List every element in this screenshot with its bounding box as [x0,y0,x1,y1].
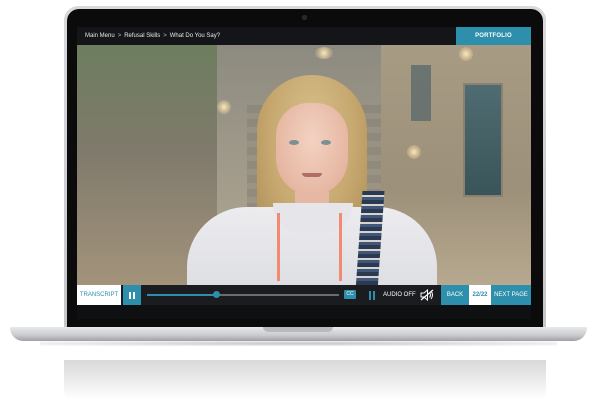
screen-bottom-strip [77,305,531,319]
play-pause-button[interactable] [123,285,141,305]
laptop-notch [263,327,333,332]
transcript-button[interactable]: TRANSCRIPT [77,285,121,305]
audio-label: AUDIO OFF [383,292,416,298]
audio-off-icon [420,289,434,301]
pause-icon [129,291,135,299]
progress-handle[interactable] [213,291,221,298]
laptop-reflection [64,360,546,400]
breadcrumb-refusal-skills[interactable]: Refusal Skills [124,27,160,45]
breadcrumb-separator: > [163,33,167,39]
breadcrumb-separator: > [117,33,122,39]
laptop-shadow [40,341,557,346]
hoodie-string [277,213,280,281]
webcam-icon [302,15,307,20]
person-eye [321,140,331,145]
hoodie-string [339,213,342,281]
closed-captions-button[interactable]: CC [344,290,356,299]
person-eye [289,140,299,145]
progress-track[interactable] [147,291,339,298]
pause-button[interactable] [364,285,380,305]
next-page-button[interactable]: NEXT PAGE [491,285,531,305]
back-button[interactable]: BACK [441,285,469,305]
video-person [77,45,531,285]
page-counter: 22/22 [469,285,491,305]
breadcrumb-main-menu[interactable]: Main Menu [85,27,115,45]
video-player[interactable] [77,45,531,285]
progress-fill [147,294,217,296]
top-bar: Main Menu > Refusal Skills > What Do You… [77,27,531,45]
person-mouth [302,173,322,177]
pause-icon [369,290,375,300]
laptop-mockup: Main Menu > Refusal Skills > What Do You… [0,0,597,401]
video-controls: TRANSCRIPT CC AUDIO OFF BACK 22/22 NEXT … [77,285,531,305]
person-face [276,103,348,195]
breadcrumb-current-page: What Do You Say? [169,33,221,39]
portfolio-button[interactable]: PORTFOLIO [456,27,531,45]
app-screen: Main Menu > Refusal Skills > What Do You… [77,27,531,319]
audio-toggle[interactable]: AUDIO OFF [383,285,441,305]
breadcrumb: Main Menu > Refusal Skills > What Do You… [85,27,220,45]
